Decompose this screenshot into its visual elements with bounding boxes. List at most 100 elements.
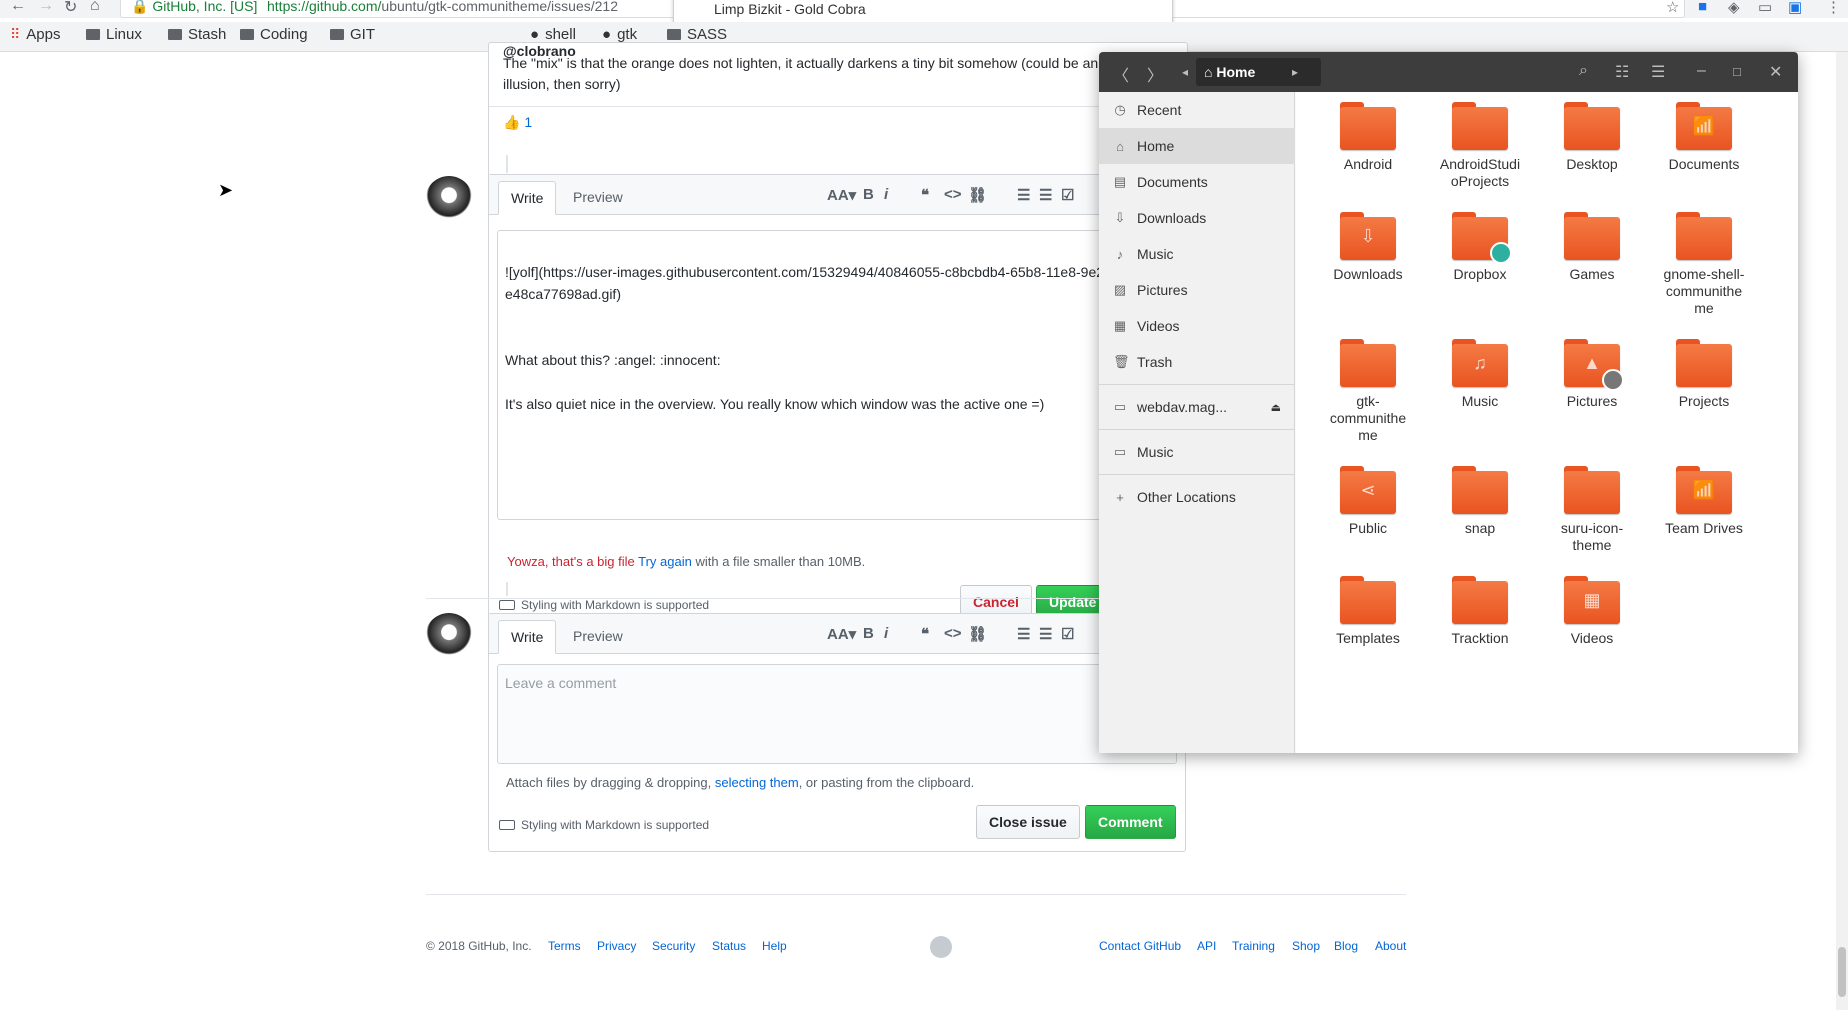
sidebar-item-other-locations[interactable]: + Other Locations <box>1099 479 1295 515</box>
bookmark-shell[interactable]: ● shell <box>530 26 576 43</box>
tab-write[interactable]: Write <box>498 181 557 215</box>
folder-item[interactable]: Projects <box>1648 339 1760 410</box>
back-icon[interactable]: ← <box>10 0 26 15</box>
avatar[interactable] <box>425 613 473 661</box>
bulleted-list-icon[interactable]: ☰ <box>1017 186 1030 204</box>
bookmark-coding[interactable]: Coding <box>240 26 308 43</box>
folder-item[interactable]: 📶 Team Drives <box>1648 466 1760 537</box>
forward-icon[interactable]: 〉 <box>1147 62 1163 86</box>
path-left-icon[interactable]: ◂ <box>1182 65 1188 79</box>
path-right-icon[interactable]: ▸ <box>1292 65 1298 79</box>
comment-textarea[interactable]: ![yolf](https://user-images.githubuserco… <box>497 230 1181 520</box>
extension-icon[interactable]: ■ <box>1698 0 1707 15</box>
folder-item[interactable]: ♫ Music <box>1424 339 1536 410</box>
numbered-list-icon[interactable]: ☰ <box>1039 625 1052 643</box>
sidebar-item-downloads[interactable]: ⇩ Downloads <box>1099 200 1295 236</box>
footer-link-training[interactable]: Training <box>1232 939 1275 953</box>
bookmark-git[interactable]: GIT <box>330 26 375 43</box>
extension-icon[interactable]: ▣ <box>1788 0 1802 16</box>
new-comment-textarea[interactable]: Leave a comment <box>497 664 1177 764</box>
sidebar-item-music-bookmark[interactable]: ▭ Music <box>1099 434 1295 470</box>
footer-link-api[interactable]: API <box>1197 939 1216 953</box>
folder-item[interactable]: Templates <box>1312 576 1424 647</box>
folder-item[interactable]: Tracktion <box>1424 576 1536 647</box>
star-icon[interactable]: ☆ <box>1666 0 1679 16</box>
select-files-link[interactable]: selecting them <box>715 775 799 790</box>
footer-link-about[interactable]: About <box>1375 939 1406 953</box>
heading-icon[interactable]: AA▾ <box>827 625 856 643</box>
bold-icon[interactable]: B <box>863 186 874 203</box>
bulleted-list-icon[interactable]: ☰ <box>1017 625 1030 643</box>
footer-link-security[interactable]: Security <box>652 939 695 953</box>
folder-item[interactable]: Dropbox <box>1424 212 1536 283</box>
footer-link-blog[interactable]: Blog <box>1334 939 1358 953</box>
footer-link-privacy[interactable]: Privacy <box>597 939 636 953</box>
folder-item[interactable]: ▲ Pictures <box>1536 339 1648 410</box>
numbered-list-icon[interactable]: ☰ <box>1039 186 1052 204</box>
tab-preview[interactable]: Preview <box>561 181 635 215</box>
folder-item[interactable]: 📶 Documents <box>1648 102 1760 173</box>
sidebar-item-videos[interactable]: ▦ Videos <box>1099 308 1295 344</box>
markdown-note[interactable]: Styling with Markdown is supported <box>499 598 709 612</box>
minimize-icon[interactable]: – <box>1697 62 1706 80</box>
footer-link-contact[interactable]: Contact GitHub <box>1099 939 1181 953</box>
page-scrollbar[interactable] <box>1836 52 1848 1010</box>
sidebar-item-trash[interactable]: 🗑 Trash <box>1099 344 1295 380</box>
footer-link-status[interactable]: Status <box>712 939 746 953</box>
sidebar-item-documents[interactable]: ▤ Documents <box>1099 164 1295 200</box>
hamburger-menu-icon[interactable]: ☰ <box>1651 62 1665 82</box>
tab-write[interactable]: Write <box>498 620 557 654</box>
quote-icon[interactable]: ❝ <box>921 625 929 643</box>
cast-icon[interactable]: ▭ <box>1758 0 1772 16</box>
avatar[interactable] <box>425 176 473 224</box>
sidebar-item-home[interactable]: ⌂ Home <box>1099 128 1295 164</box>
task-list-icon[interactable]: ☑ <box>1061 625 1074 643</box>
location-home[interactable]: ⌂ Home <box>1196 58 1321 86</box>
folder-item[interactable]: ⋖ Public <box>1312 466 1424 537</box>
menu-icon[interactable]: ⋮ <box>1826 0 1841 16</box>
link-icon[interactable]: ⛓ <box>968 186 987 204</box>
sidebar-item-recent[interactable]: ◷ Recent <box>1099 92 1295 128</box>
try-again-link[interactable]: Try again <box>638 554 692 569</box>
italic-icon[interactable]: i <box>884 186 888 203</box>
folder-item[interactable]: AndroidStudi oProjects <box>1424 102 1536 190</box>
tab-preview[interactable]: Preview <box>561 620 635 654</box>
link-icon[interactable]: ⛓ <box>968 625 987 643</box>
folder-item[interactable]: Android <box>1312 102 1424 173</box>
eject-icon[interactable]: ⏏ <box>1271 401 1281 414</box>
italic-icon[interactable]: i <box>884 625 888 642</box>
back-icon[interactable]: 〈 <box>1113 62 1129 86</box>
markdown-note[interactable]: Styling with Markdown is supported <box>499 818 709 832</box>
code-icon[interactable]: <> <box>944 186 962 203</box>
footer-link-help[interactable]: Help <box>762 939 787 953</box>
forward-icon[interactable]: → <box>38 0 54 15</box>
bookmark-sass[interactable]: SASS <box>667 26 727 43</box>
scrollbar-thumb[interactable] <box>1838 947 1846 997</box>
folder-item[interactable]: snap <box>1424 466 1536 537</box>
heading-icon[interactable]: AA▾ <box>827 186 856 204</box>
close-issue-button[interactable]: Close issue <box>976 805 1080 839</box>
sidebar-item-music[interactable]: ♪ Music <box>1099 236 1295 272</box>
sidebar-item-webdav[interactable]: ▭ webdav.mag... ⏏ <box>1099 389 1295 425</box>
code-icon[interactable]: <> <box>944 625 962 642</box>
folder-item[interactable]: suru-icon-theme <box>1536 466 1648 554</box>
folder-item[interactable]: Desktop <box>1536 102 1648 173</box>
quote-icon[interactable]: ❝ <box>921 186 929 204</box>
github-logo-icon[interactable] <box>930 936 952 958</box>
search-icon[interactable]: ⌕ <box>1579 62 1588 80</box>
footer-link-shop[interactable]: Shop <box>1292 939 1320 953</box>
close-icon[interactable]: ✕ <box>1769 62 1782 82</box>
folder-item[interactable]: gnome-shell-communithe me <box>1648 212 1760 317</box>
bookmark-linux[interactable]: Linux <box>86 26 142 43</box>
sidebar-item-pictures[interactable]: ▨ Pictures <box>1099 272 1295 308</box>
bookmark-stash[interactable]: Stash <box>168 26 226 43</box>
reload-icon[interactable]: ↻ <box>64 0 77 17</box>
footer-link-terms[interactable]: Terms <box>548 939 581 953</box>
bold-icon[interactable]: B <box>863 625 874 642</box>
bookmark-apps[interactable]: ⠿ Apps <box>10 26 60 43</box>
comment-button[interactable]: Comment <box>1085 805 1176 839</box>
folder-item[interactable]: ⇩ Downloads <box>1312 212 1424 283</box>
view-options-icon[interactable]: ☷ <box>1615 62 1629 82</box>
folder-item[interactable]: ▦ Videos <box>1536 576 1648 647</box>
folder-item[interactable]: gtk-communithe me <box>1312 339 1424 444</box>
